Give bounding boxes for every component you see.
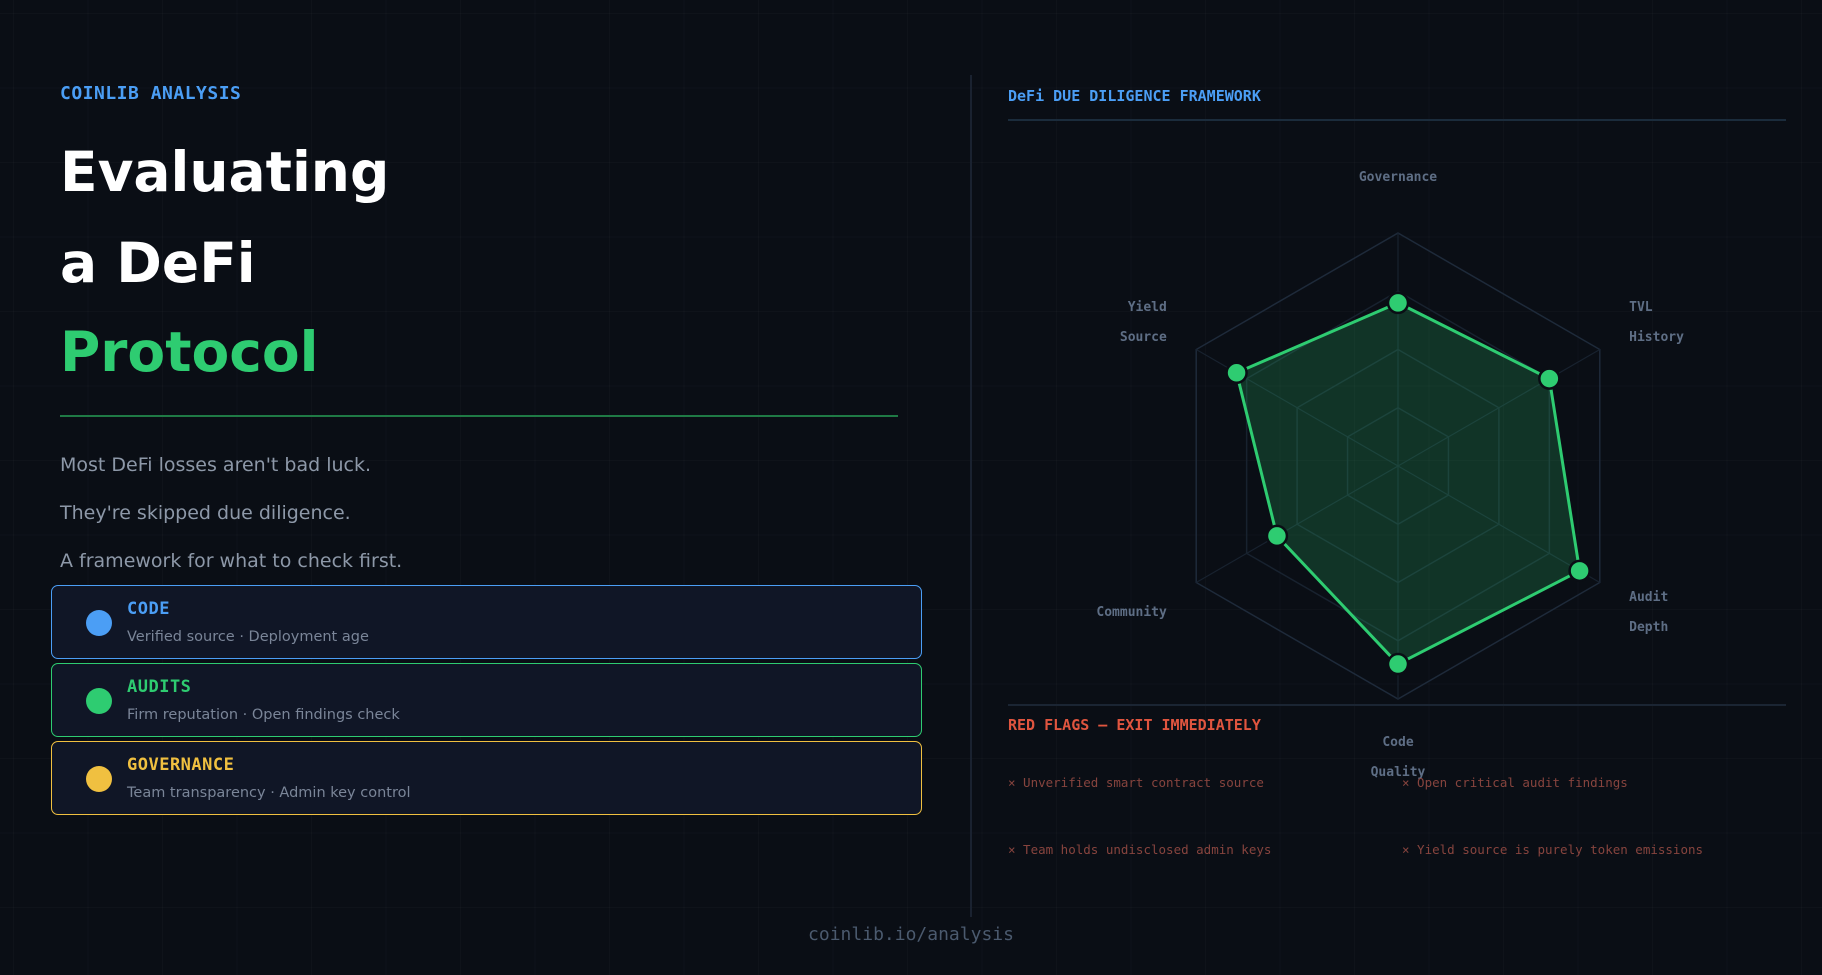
radar-data-point	[1225, 361, 1248, 385]
pillar-title: AUDITS	[127, 677, 192, 697]
pillar-desc: Firm reputation · Open findings check	[127, 707, 400, 723]
intro-line-1: Most DeFi losses aren't bad luck.	[60, 454, 372, 476]
intro-line-3: A framework for what to check first.	[60, 550, 403, 572]
audits-dot-icon	[86, 688, 112, 714]
governance-dot-icon	[86, 766, 112, 792]
radar-axis-label: Governance	[1359, 170, 1437, 185]
radar-axis-label: TVL	[1629, 300, 1653, 315]
radar-data-point	[1538, 367, 1561, 390]
red-flags-rule	[1008, 704, 1786, 706]
title-underline	[60, 415, 898, 417]
radar-axis-label: Code	[1382, 735, 1413, 750]
red-flags-heading: RED FLAGS — EXIT IMMEDIATELY	[1008, 716, 1261, 734]
framework-heading-rule	[1008, 119, 1786, 121]
radar-axis-label: Community	[1096, 605, 1167, 620]
radar-axis-label: Yield	[1128, 300, 1167, 315]
red-flag-item: × Open critical audit findings	[1402, 775, 1628, 790]
radar-axis-label: Source	[1120, 330, 1167, 345]
radar-axis-label: Depth	[1629, 620, 1668, 635]
radar-chart: GovernanceTVLHistoryAuditDepthCodeQualit…	[1096, 170, 1684, 780]
pillar-desc: Team transparency · Admin key control	[127, 785, 411, 801]
title-line-1: Evaluating	[60, 140, 390, 204]
footer-url: coinlib.io/analysis	[808, 924, 1014, 945]
red-flag-item: × Unverified smart contract source	[1008, 775, 1264, 790]
pillar-card-code: CODE Verified source · Deployment age	[51, 585, 922, 659]
red-flag-item: × Team holds undisclosed admin keys	[1008, 842, 1272, 857]
radar-data-point	[1386, 291, 1410, 315]
pillar-desc: Verified source · Deployment age	[127, 629, 369, 645]
pillar-card-audits: AUDITS Firm reputation · Open findings c…	[51, 663, 922, 737]
eyebrow-label: COINLIB ANALYSIS	[60, 83, 242, 104]
radar-axis-label: Audit	[1629, 590, 1668, 605]
pillar-card-governance: GOVERNANCE Team transparency · Admin key…	[51, 741, 922, 815]
column-divider	[970, 75, 972, 917]
radar-axis-label: History	[1629, 330, 1684, 345]
pillar-title: CODE	[127, 599, 170, 619]
code-dot-icon	[86, 610, 112, 636]
intro-line-2: They're skipped due diligence.	[60, 502, 351, 524]
radar-data-point	[1568, 559, 1591, 583]
radar-data-area	[1235, 301, 1582, 666]
title-line-3: Protocol	[60, 320, 319, 384]
radar-data-point	[1265, 524, 1289, 548]
title-line-2: a DeFi	[60, 231, 256, 295]
framework-heading: DeFi DUE DILIGENCE FRAMEWORK	[1008, 87, 1261, 105]
red-flag-item: × Yield source is purely token emissions	[1402, 842, 1704, 857]
pillar-title: GOVERNANCE	[127, 755, 235, 775]
radar-data-point	[1386, 652, 1410, 676]
